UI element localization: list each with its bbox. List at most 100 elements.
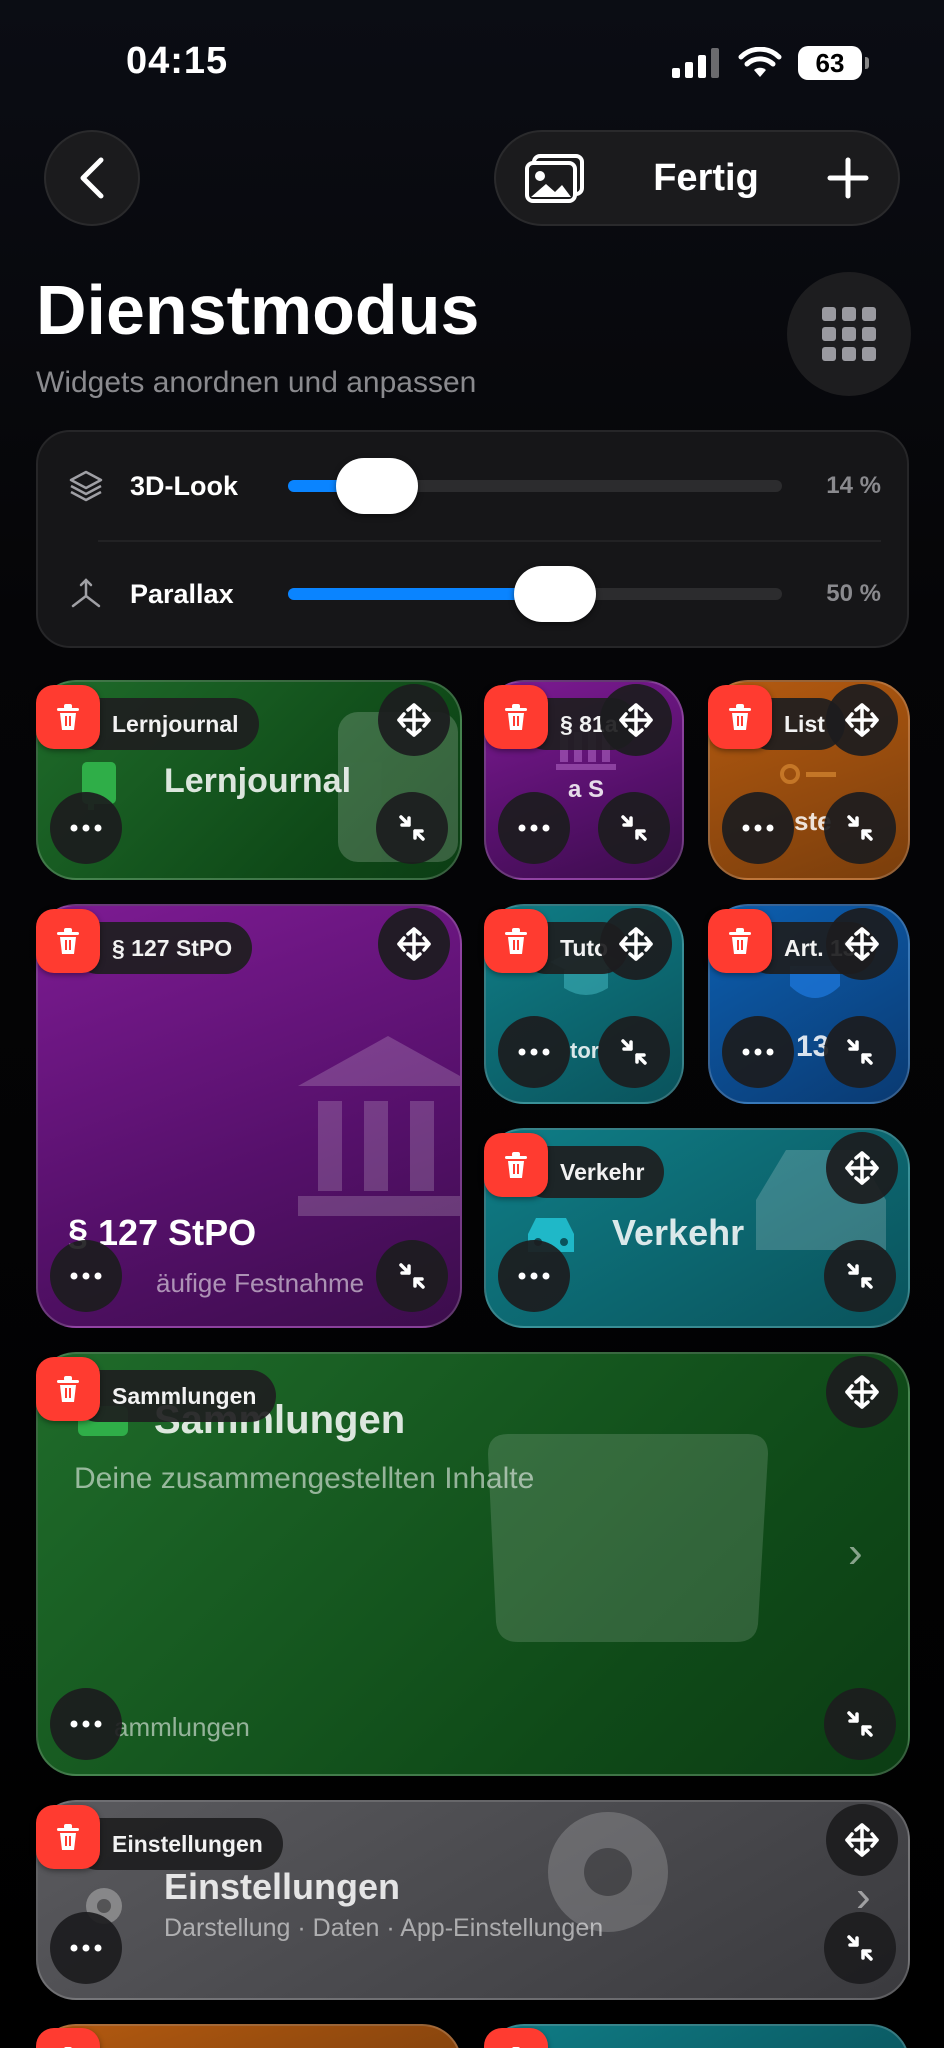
more-button[interactable] xyxy=(50,1912,122,1984)
move-handle[interactable] xyxy=(826,1132,898,1204)
back-button[interactable] xyxy=(44,130,140,226)
battery-indicator: 63 xyxy=(798,46,869,80)
more-button[interactable] xyxy=(722,1016,794,1088)
wifi-icon xyxy=(738,47,782,77)
settings-sliders-card: 3D-Look 14 % Parallax 50 % xyxy=(36,430,909,648)
move-handle[interactable] xyxy=(600,908,672,980)
more-button[interactable] xyxy=(50,792,122,864)
resize-button[interactable] xyxy=(824,1016,896,1088)
move-icon xyxy=(845,703,879,737)
slider-3d-look[interactable] xyxy=(288,458,782,514)
delete-button[interactable] xyxy=(36,1357,100,1421)
delete-button[interactable] xyxy=(36,2028,100,2048)
slider-row-3d-look: 3D-Look 14 % xyxy=(38,432,907,540)
shrink-icon xyxy=(847,815,873,841)
resize-button[interactable] xyxy=(824,1912,896,1984)
toggle-list-icon xyxy=(780,764,836,784)
widget-title: Lernjournal xyxy=(164,762,352,800)
more-button[interactable] xyxy=(498,792,570,864)
trash-icon xyxy=(505,1152,527,1178)
slider-parallax[interactable] xyxy=(288,566,782,622)
delete-button[interactable] xyxy=(484,909,548,973)
shrink-icon xyxy=(847,1263,873,1289)
delete-button[interactable] xyxy=(36,685,100,749)
trash-icon xyxy=(57,1376,79,1402)
delete-button[interactable] xyxy=(484,685,548,749)
move-icon xyxy=(845,1375,879,1409)
resize-button[interactable] xyxy=(824,792,896,864)
shrink-icon xyxy=(847,1711,873,1737)
move-icon xyxy=(397,927,431,961)
slider-label-3d-look: 3D-Look xyxy=(130,470,238,501)
page-title: Dienstmodus xyxy=(36,271,480,349)
delete-button[interactable] xyxy=(36,1805,100,1869)
move-handle[interactable] xyxy=(826,684,898,756)
ellipsis-icon xyxy=(518,1272,550,1280)
slider-value-3d-look: 14 % xyxy=(826,472,881,499)
delete-button[interactable] xyxy=(708,909,772,973)
trash-icon xyxy=(505,704,527,730)
trash-icon xyxy=(57,1824,79,1850)
status-icons: 63 xyxy=(672,46,869,80)
move-icon xyxy=(845,1823,879,1857)
done-button[interactable]: Fertig xyxy=(653,157,759,200)
move-icon xyxy=(619,703,653,737)
chevron-right-icon: › xyxy=(848,1528,863,1577)
move-handle[interactable] xyxy=(826,1804,898,1876)
shrink-icon xyxy=(399,1263,425,1289)
widget-footer: ammlungen xyxy=(114,1712,250,1742)
move-handle[interactable] xyxy=(378,684,450,756)
widget-subtitle: Deine zusammengestellten Inhalte xyxy=(74,1462,535,1495)
toolbar-pill: Fertig xyxy=(494,130,900,226)
more-button[interactable] xyxy=(498,1016,570,1088)
ellipsis-icon xyxy=(70,824,102,832)
resize-button[interactable] xyxy=(598,1016,670,1088)
slider-row-parallax: Parallax 50 % xyxy=(38,540,907,648)
shrink-icon xyxy=(847,1935,873,1961)
more-button[interactable] xyxy=(722,792,794,864)
resize-button[interactable] xyxy=(824,1240,896,1312)
ellipsis-icon xyxy=(70,1272,102,1280)
ellipsis-icon xyxy=(70,1720,102,1728)
shrink-icon xyxy=(847,1039,873,1065)
signal-icon xyxy=(672,48,719,78)
slider-label-parallax: Parallax xyxy=(130,578,234,609)
chevron-left-icon xyxy=(80,157,104,199)
move-handle[interactable] xyxy=(826,908,898,980)
folder-bg-icon xyxy=(488,1434,768,1642)
grid-icon xyxy=(822,307,876,361)
ellipsis-icon xyxy=(742,824,774,832)
more-button[interactable] xyxy=(498,1240,570,1312)
delete-button[interactable] xyxy=(484,1133,548,1197)
more-button[interactable] xyxy=(50,1688,122,1760)
delete-button[interactable] xyxy=(484,2028,548,2048)
move-handle[interactable] xyxy=(378,908,450,980)
photos-icon[interactable] xyxy=(524,152,586,204)
delete-button[interactable] xyxy=(708,685,772,749)
trash-icon xyxy=(729,704,751,730)
move-icon xyxy=(397,703,431,737)
resize-button[interactable] xyxy=(376,792,448,864)
move-icon xyxy=(845,1151,879,1185)
slider-thumb-parallax[interactable] xyxy=(514,566,596,622)
resize-button[interactable] xyxy=(824,1688,896,1760)
move-icon xyxy=(845,927,879,961)
delete-button[interactable] xyxy=(36,909,100,973)
trash-icon xyxy=(57,704,79,730)
widget-title: tor xyxy=(570,1038,600,1063)
resize-button[interactable] xyxy=(598,792,670,864)
more-button[interactable] xyxy=(50,1240,122,1312)
page-subtitle: Widgets anordnen und anpassen xyxy=(36,366,477,399)
slider-thumb-3d-look[interactable] xyxy=(336,458,419,514)
layers-icon xyxy=(69,470,103,502)
grid-layout-button[interactable] xyxy=(787,272,911,396)
trash-icon xyxy=(729,928,751,954)
trash-icon xyxy=(505,928,527,954)
plus-icon[interactable] xyxy=(826,156,870,200)
slider-value-parallax: 50 % xyxy=(826,580,881,607)
widget-title: a S xyxy=(568,776,605,803)
move-handle[interactable] xyxy=(600,684,672,756)
resize-button[interactable] xyxy=(376,1240,448,1312)
move-handle[interactable] xyxy=(826,1356,898,1428)
widget-subtitle: Darstellung · Daten · App-Einstellungen xyxy=(164,1914,604,1942)
